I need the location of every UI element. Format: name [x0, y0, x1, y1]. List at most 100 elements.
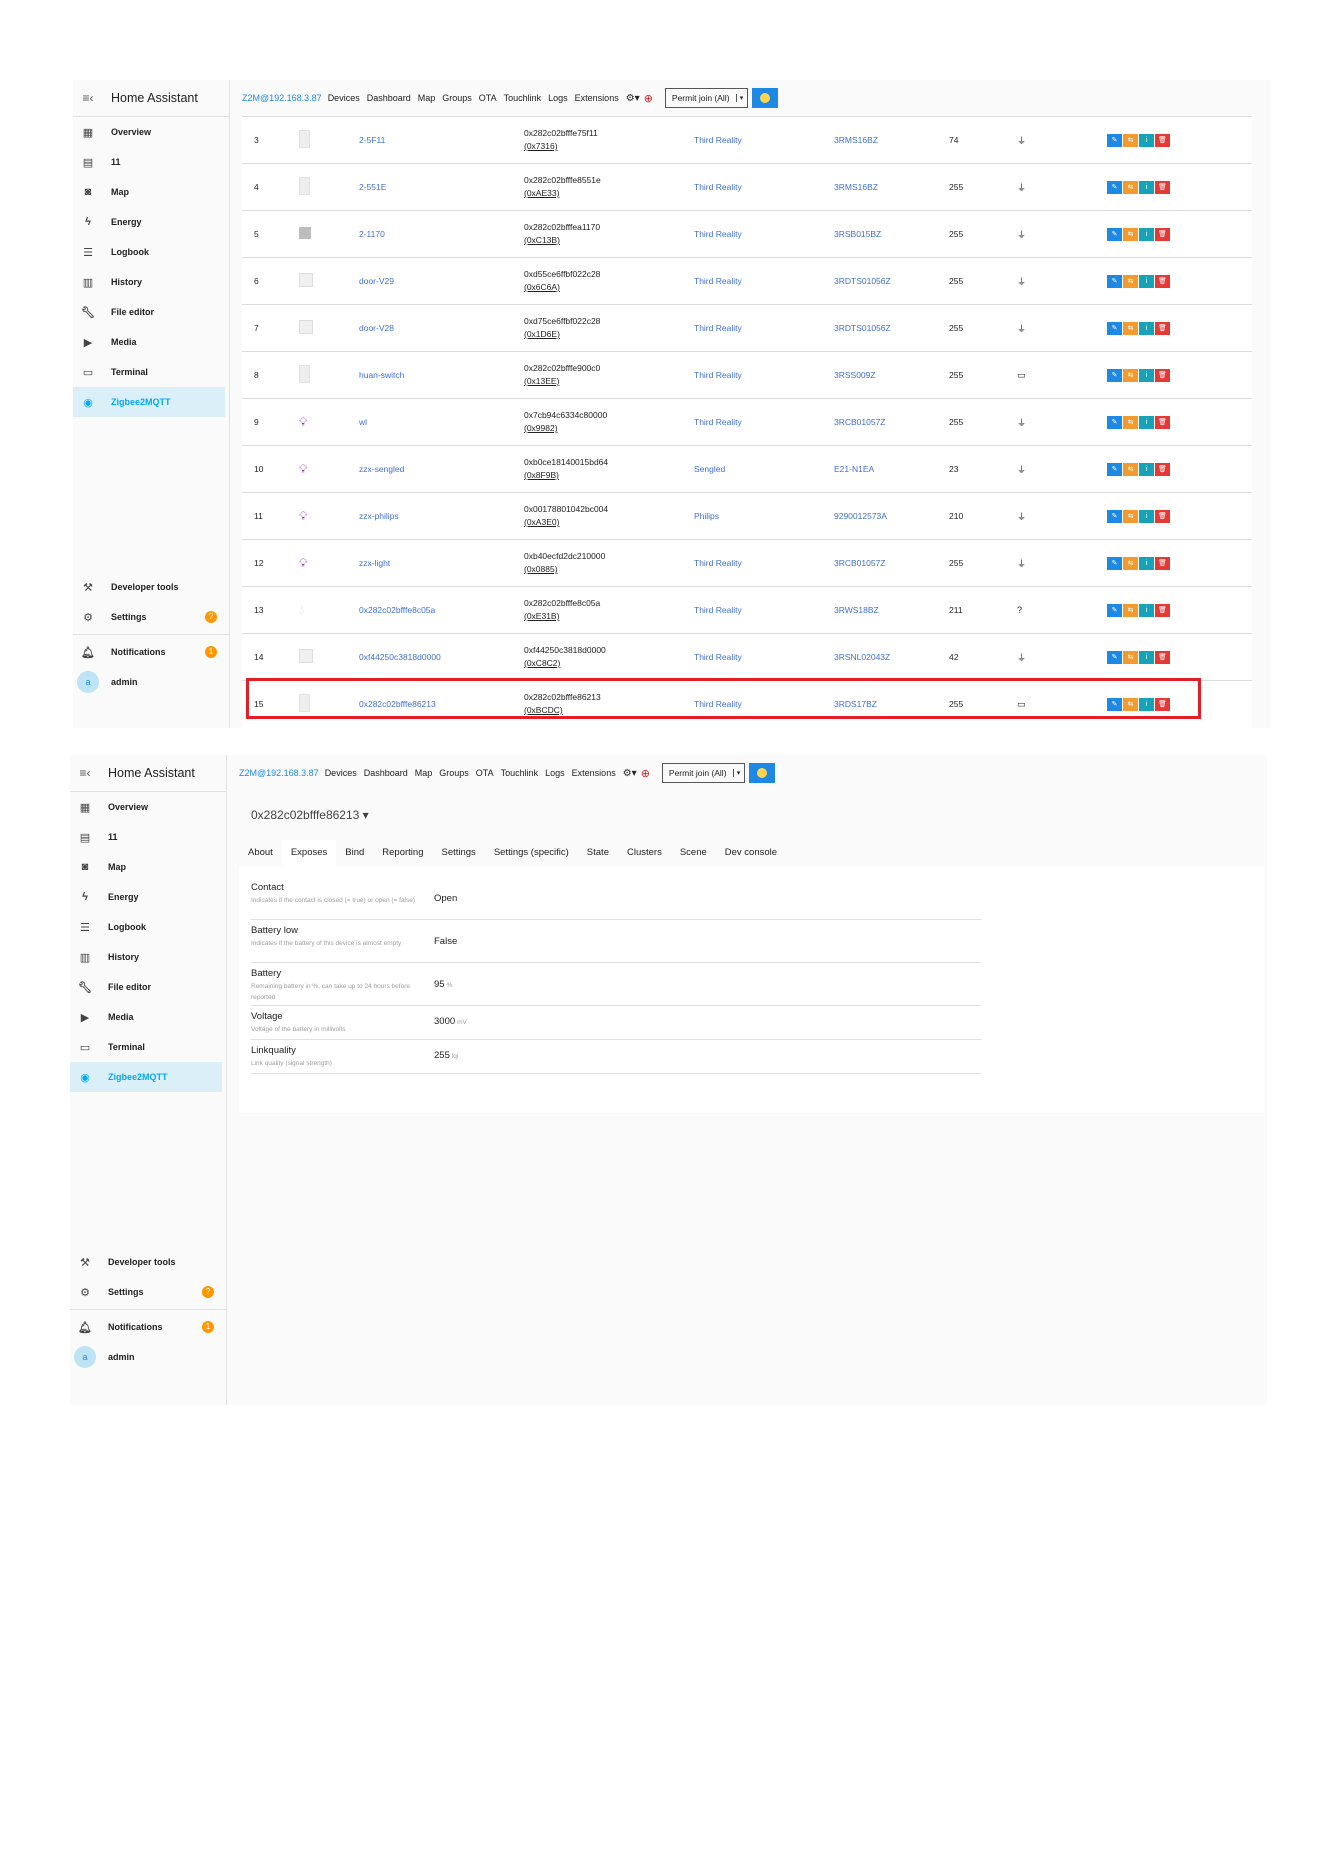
info-button[interactable]: i [1139, 368, 1154, 382]
manufacturer-link[interactable]: Third Reality [694, 539, 834, 587]
tab-settings-specific-[interactable]: Settings (specific) [485, 840, 578, 866]
rename-button[interactable]: ⇆ [1123, 556, 1138, 570]
tab-about[interactable]: About [239, 840, 282, 866]
manufacturer-link[interactable]: Third Reality [694, 116, 834, 164]
edit-button[interactable]: ✎ [1107, 227, 1122, 241]
nav-link-touchlink[interactable]: Touchlink [504, 93, 542, 103]
tab-state[interactable]: State [578, 840, 618, 866]
sidebar-item-history[interactable]: ▥ History [70, 942, 226, 972]
sidebar-item-file-editor[interactable]: 🔧︎ File editor [73, 297, 229, 327]
sidebar-item-logbook[interactable]: ☰ Logbook [70, 912, 226, 942]
device-name-link[interactable]: 2-1170 [359, 210, 524, 258]
edit-button[interactable]: ✎ [1107, 180, 1122, 194]
info-button[interactable]: i [1139, 556, 1154, 570]
edit-button[interactable]: ✎ [1107, 509, 1122, 523]
sidebar-item-file-editor[interactable]: 🔧︎ File editor [70, 972, 226, 1002]
sidebar-item-media[interactable]: ▶ Media [70, 1002, 226, 1032]
sidebar-item-overview[interactable]: ▦ Overview [73, 117, 229, 147]
nav-link-map[interactable]: Map [418, 93, 436, 103]
model-link[interactable]: 9290012573A [834, 492, 949, 540]
nav-link-ota[interactable]: OTA [476, 768, 494, 778]
model-link[interactable]: 3RSB015BZ [834, 210, 949, 258]
theme-toggle-button[interactable] [751, 88, 778, 108]
manufacturer-link[interactable]: Third Reality [694, 398, 834, 446]
model-link[interactable]: 3RMS16BZ [834, 163, 949, 211]
delete-button[interactable]: 🗑︎ [1155, 556, 1170, 570]
manufacturer-link[interactable]: Third Reality [694, 257, 834, 305]
info-button[interactable]: i [1139, 321, 1154, 335]
model-link[interactable]: E21-N1EA [834, 445, 949, 493]
edit-button[interactable]: ✎ [1107, 133, 1122, 147]
info-button[interactable]: i [1139, 274, 1154, 288]
sidebar-item-zigbee2mqtt[interactable]: ◉ Zigbee2MQTT [73, 387, 225, 417]
sidebar-item-developer-tools[interactable]: ⚒ Developer tools [70, 1247, 226, 1277]
edit-button[interactable]: ✎ [1107, 462, 1122, 476]
manufacturer-link[interactable]: Philips [694, 492, 834, 540]
rename-button[interactable]: ⇆ [1123, 133, 1138, 147]
tab-settings[interactable]: Settings [432, 840, 484, 866]
info-button[interactable]: i [1139, 603, 1154, 617]
nav-link-devices[interactable]: Devices [328, 93, 360, 103]
manufacturer-link[interactable]: Sengled [694, 445, 834, 493]
sidebar-item-history[interactable]: ▥ History [73, 267, 229, 297]
model-link[interactable]: 3RWS18BZ [834, 586, 949, 634]
sidebar-item-developer-tools[interactable]: ⚒ Developer tools [73, 572, 229, 602]
manufacturer-link[interactable]: Third Reality [694, 304, 834, 352]
rename-button[interactable]: ⇆ [1123, 650, 1138, 664]
model-link[interactable]: 3RSS009Z [834, 351, 949, 399]
sidebar-item-settings[interactable]: ⚙ Settings ? [73, 602, 229, 632]
info-button[interactable]: i [1139, 462, 1154, 476]
model-link[interactable]: 3RMS16BZ [834, 116, 949, 164]
nav-link-touchlink[interactable]: Touchlink [501, 768, 539, 778]
edit-button[interactable]: ✎ [1107, 603, 1122, 617]
brand-link[interactable]: Z2M@192.168.3.87 [239, 768, 319, 778]
nav-link-groups[interactable]: Groups [442, 93, 472, 103]
delete-button[interactable]: 🗑︎ [1155, 227, 1170, 241]
theme-toggle-button[interactable] [748, 763, 775, 783]
sidebar-item-map[interactable]: ◙ Map [73, 177, 229, 207]
info-button[interactable]: i [1139, 133, 1154, 147]
delete-button[interactable]: 🗑︎ [1155, 509, 1170, 523]
tab-scene[interactable]: Scene [671, 840, 716, 866]
edit-button[interactable]: ✎ [1107, 368, 1122, 382]
sidebar-item-energy[interactable]: ϟ Energy [70, 882, 226, 912]
nav-link-logs[interactable]: Logs [545, 768, 565, 778]
edit-button[interactable]: ✎ [1107, 556, 1122, 570]
model-link[interactable]: 3RSNL02043Z [834, 633, 949, 681]
device-name-link[interactable]: 2-551E [359, 163, 524, 211]
sidebar-item-terminal[interactable]: ▭ Terminal [70, 1032, 226, 1062]
sidebar-item-energy[interactable]: ϟ Energy [73, 207, 229, 237]
info-button[interactable]: i [1139, 180, 1154, 194]
device-name-link[interactable]: wl [359, 398, 524, 446]
model-link[interactable]: 3RCB01057Z [834, 398, 949, 446]
rename-button[interactable]: ⇆ [1123, 227, 1138, 241]
sidebar-item-11[interactable]: ▤ 11 [73, 147, 229, 177]
model-link[interactable]: 3RDTS01056Z [834, 257, 949, 305]
device-title-dropdown[interactable]: 0x282c02bfffe86213 ▾ [251, 808, 369, 822]
sidebar-item-terminal[interactable]: ▭ Terminal [73, 357, 229, 387]
settings-dropdown-icon[interactable]: ⚙▾ [623, 768, 637, 779]
device-name-link[interactable]: door-V28 [359, 304, 524, 352]
rename-button[interactable]: ⇆ [1123, 274, 1138, 288]
info-button[interactable]: i [1139, 650, 1154, 664]
permit-join-button[interactable]: Permit join (All) ▾ [661, 763, 745, 783]
manufacturer-link[interactable]: Third Reality [694, 163, 834, 211]
device-name-link[interactable]: zzx-sengled [359, 445, 524, 493]
manufacturer-link[interactable]: Third Reality [694, 633, 834, 681]
edit-button[interactable]: ✎ [1107, 274, 1122, 288]
delete-button[interactable]: 🗑︎ [1155, 180, 1170, 194]
sidebar-item-user[interactable]: a admin [73, 667, 229, 697]
menu-collapse-icon[interactable]: ≡‹ [70, 766, 100, 780]
menu-collapse-icon[interactable]: ≡‹ [73, 91, 103, 105]
rename-button[interactable]: ⇆ [1123, 509, 1138, 523]
device-name-link[interactable]: 2-5F11 [359, 116, 524, 164]
tab-bind[interactable]: Bind [336, 840, 373, 866]
model-link[interactable]: 3RDTS01056Z [834, 304, 949, 352]
delete-button[interactable]: 🗑︎ [1155, 368, 1170, 382]
delete-button[interactable]: 🗑︎ [1155, 462, 1170, 476]
model-link[interactable]: 3RCB01057Z [834, 539, 949, 587]
tab-reporting[interactable]: Reporting [373, 840, 432, 866]
edit-button[interactable]: ✎ [1107, 321, 1122, 335]
delete-button[interactable]: 🗑︎ [1155, 321, 1170, 335]
chevron-down-icon[interactable]: ▾ [732, 769, 744, 777]
